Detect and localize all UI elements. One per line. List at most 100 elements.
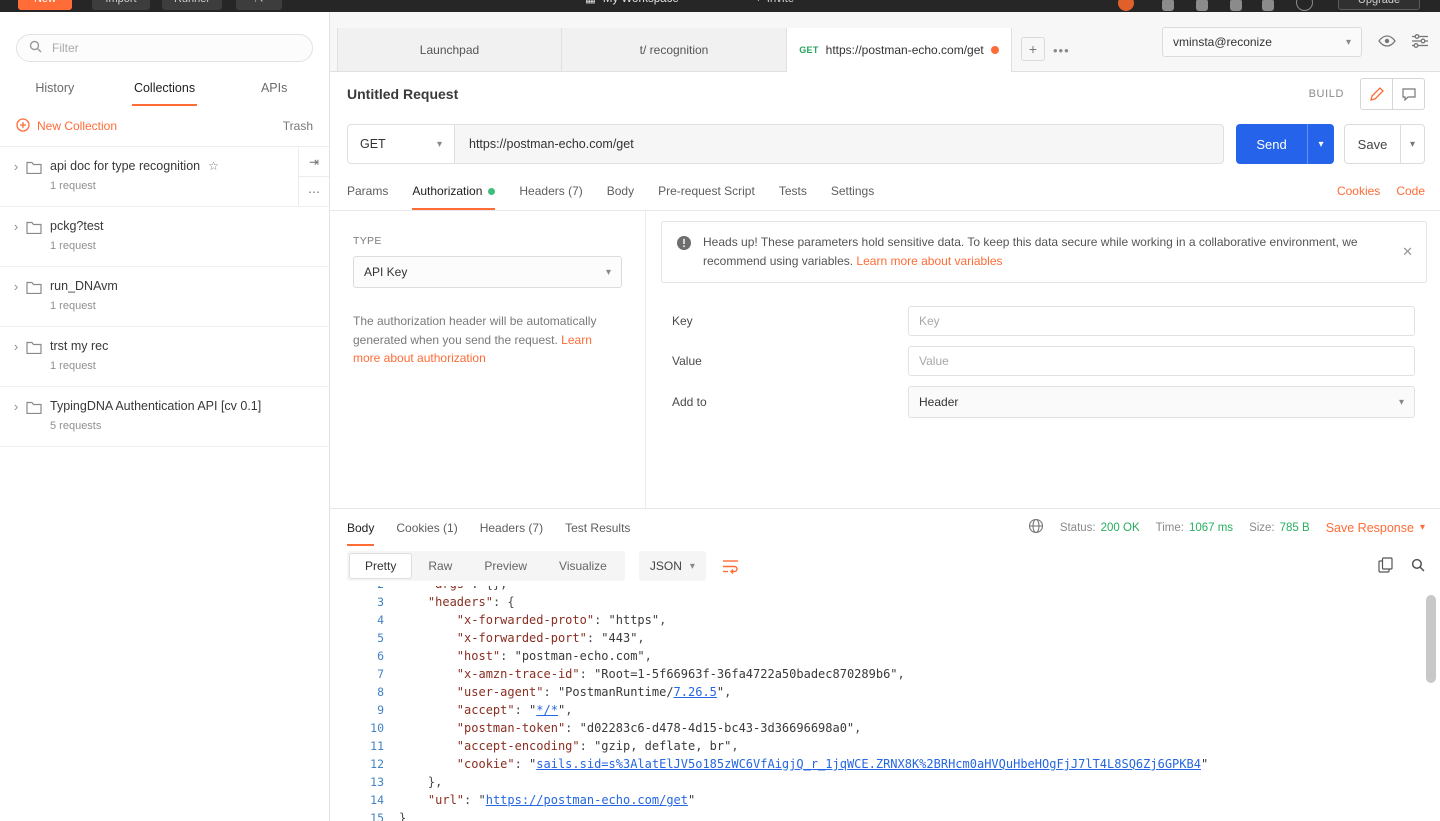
learn-more-variables-link[interactable]: Learn more about variables — [856, 254, 1002, 268]
environment-preview-icon[interactable] — [1378, 34, 1396, 50]
response-body-viewer[interactable]: 2 "args": {},3 "headers": {4 "x-forwarde… — [330, 586, 1440, 821]
chevron-right-icon[interactable]: › — [8, 399, 24, 446]
more-options-icon[interactable]: ⋯ — [299, 176, 329, 206]
notifications-icon[interactable] — [1230, 0, 1242, 11]
view-pretty[interactable]: Pretty — [349, 553, 413, 579]
account-avatar[interactable] — [1118, 0, 1134, 11]
code-link[interactable]: Code — [1396, 184, 1425, 198]
copy-response-button[interactable] — [1378, 556, 1393, 576]
search-response-button[interactable] — [1411, 558, 1425, 575]
environment-settings-icon[interactable] — [1412, 33, 1428, 51]
auth-type-select[interactable]: API Key ▾ — [353, 256, 622, 288]
new-button[interactable]: New — [18, 0, 72, 10]
wrap-text-button[interactable] — [722, 559, 739, 574]
vertical-scrollbar[interactable] — [1426, 595, 1436, 683]
sidebar-tab-history[interactable]: History — [0, 74, 110, 106]
runner-button[interactable]: Runner — [162, 0, 222, 10]
tab-pre-request-script[interactable]: Pre-request Script — [658, 172, 755, 210]
comments-button[interactable] — [1392, 79, 1424, 109]
collection-info: TypingDNA Authentication API [cv 0.1] 5 r… — [50, 399, 329, 446]
heart-icon[interactable] — [1262, 0, 1274, 11]
import-button[interactable]: Import — [92, 0, 150, 10]
cookies-link[interactable]: Cookies — [1337, 184, 1380, 198]
status-icon[interactable] — [1162, 0, 1174, 11]
view-preview[interactable]: Preview — [468, 553, 543, 579]
tab-body[interactable]: Body — [607, 172, 634, 210]
chevron-right-icon[interactable]: › — [8, 219, 24, 266]
response-tab-cookies[interactable]: Cookies (1) — [396, 509, 457, 546]
value-input[interactable] — [908, 346, 1415, 377]
request-title: Untitled Request — [347, 86, 459, 102]
collection-item[interactable]: › run_DNAvm 1 request — [0, 267, 329, 327]
url-input[interactable] — [455, 124, 1224, 164]
save-options-icon[interactable]: ▾ — [1400, 125, 1424, 163]
filter-box[interactable] — [16, 34, 313, 62]
chevron-right-icon[interactable]: › — [8, 279, 24, 326]
new-tab-button[interactable]: + — [1021, 37, 1045, 61]
code-token: "x-forwarded-proto" — [456, 613, 595, 627]
tab-settings[interactable]: Settings — [831, 172, 874, 210]
save-response-button[interactable]: Save Response ▾ — [1326, 521, 1425, 535]
build-label[interactable]: BUILD — [1309, 88, 1344, 100]
invite-button[interactable]: + Invite — [755, 0, 794, 10]
sidebar-tab-apis[interactable]: APIs — [219, 74, 329, 106]
code-link[interactable]: 7.26.5 — [674, 685, 717, 699]
view-raw[interactable]: Raw — [412, 553, 468, 579]
chevron-right-icon[interactable]: › — [8, 339, 24, 386]
code-link[interactable]: */* — [536, 703, 558, 717]
collection-item[interactable]: › trst my rec 1 request — [0, 327, 329, 387]
open-tab-launchpad[interactable]: Launchpad — [337, 28, 562, 71]
open-tab-https-postman-echo-com-get[interactable]: GET https://postman-echo.com/get — [787, 28, 1012, 72]
collection-item[interactable]: › api doc for type recognition ☆ 1 request ⇥… — [0, 147, 329, 207]
tab-headers[interactable]: Headers (7) — [519, 172, 582, 210]
open-new-icon[interactable]: ⇱ — [236, 0, 282, 10]
folder-icon — [26, 340, 42, 386]
view-visualize[interactable]: Visualize — [543, 553, 623, 579]
line-number: 4 — [377, 613, 384, 627]
help-icon[interactable] — [1296, 0, 1313, 11]
trash-link[interactable]: Trash — [283, 119, 313, 133]
response-tab-test-results[interactable]: Test Results — [565, 509, 630, 546]
code-line: 6 "host": "postman-echo.com", — [344, 647, 1440, 665]
collection-meta: 1 request — [50, 360, 96, 372]
sidebar-tab-collections[interactable]: Collections — [110, 74, 220, 106]
collection-item[interactable]: › pckg?test 1 request — [0, 207, 329, 267]
chevron-right-icon[interactable]: › — [8, 159, 24, 206]
collection-item[interactable]: › TypingDNA Authentication API [cv 0.1] 5 … — [0, 387, 329, 447]
response-view-switcher: Pretty Raw Preview Visualize — [347, 551, 625, 581]
close-icon[interactable]: ✕ — [1402, 244, 1413, 260]
code-link[interactable]: sails.sid=s%3AlatElJV5o185zWC6VfAigjQ_r_… — [536, 757, 1201, 771]
code-token: : — [543, 685, 558, 699]
code-link[interactable]: https://postman-echo.com/get — [486, 793, 688, 807]
upgrade-button[interactable]: Upgrade — [1338, 0, 1420, 10]
open-in-tab-icon[interactable]: ⇥ — [299, 147, 329, 176]
tab-authorization[interactable]: Authorization — [412, 172, 496, 210]
tab-tests[interactable]: Tests — [779, 172, 807, 210]
tab-options-icon[interactable]: ••• — [1053, 43, 1070, 58]
key-input[interactable] — [908, 306, 1415, 337]
tab-params[interactable]: Params — [347, 172, 388, 210]
settings-icon[interactable] — [1196, 0, 1208, 11]
edit-request-button[interactable] — [1361, 79, 1392, 109]
save-button[interactable]: Save — [1345, 125, 1400, 163]
method-select[interactable]: GET ▾ — [347, 124, 455, 164]
environment-select[interactable]: vminsta@reconize ▾ — [1162, 27, 1362, 57]
network-globe-icon[interactable] — [1028, 518, 1044, 537]
open-tab-t-recognition[interactable]: t/ recognition — [562, 28, 787, 71]
response-tab-body[interactable]: Body — [347, 509, 375, 546]
workspace-switcher[interactable]: ▦ My Workspace — [585, 0, 679, 10]
send-options-icon[interactable]: ▾ — [1307, 124, 1334, 164]
add-to-select[interactable]: Header ▾ — [908, 386, 1415, 419]
filter-input[interactable] — [50, 40, 300, 56]
response-format-select[interactable]: JSON ▾ — [638, 551, 706, 581]
response-tab-headers[interactable]: Headers (7) — [480, 509, 543, 546]
star-icon[interactable]: ☆ — [208, 159, 219, 173]
chevron-down-icon: ▾ — [1419, 522, 1425, 533]
tab-label: Headers (7) — [479, 520, 544, 535]
tab-label: Body — [606, 184, 635, 198]
new-collection-button[interactable]: New Collection — [16, 117, 117, 135]
send-button[interactable]: Send — [1236, 124, 1307, 164]
